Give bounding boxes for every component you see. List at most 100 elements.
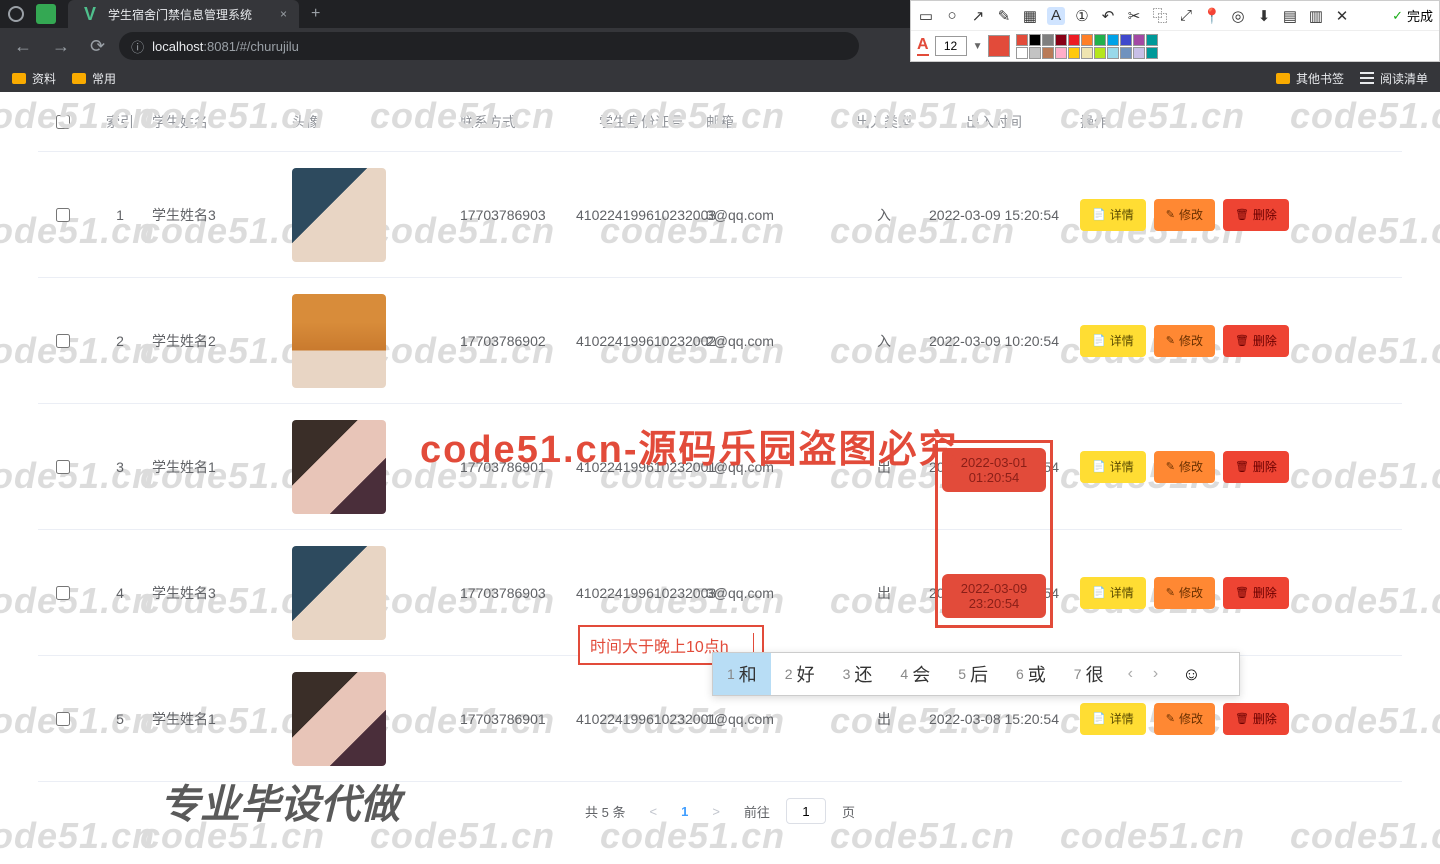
ime-candidate[interactable]: 6或 bbox=[1002, 653, 1060, 695]
undo-icon[interactable]: ↶ bbox=[1099, 7, 1117, 25]
ime-candidate[interactable]: 5后 bbox=[944, 653, 1002, 695]
share-icon[interactable]: ▥ bbox=[1307, 7, 1325, 25]
active-tab[interactable]: V 学生宿舍门禁信息管理系统 × bbox=[68, 0, 299, 28]
pin-tool-icon[interactable]: 📍 bbox=[1203, 7, 1221, 25]
download-icon[interactable]: ⬇ bbox=[1255, 7, 1273, 25]
circle-tool-icon[interactable]: ○ bbox=[943, 7, 961, 25]
color-swatch[interactable] bbox=[1120, 47, 1132, 59]
copy-tool-icon[interactable]: ⿻ bbox=[1151, 7, 1169, 25]
edit-icon: ✎ bbox=[1166, 208, 1175, 221]
ime-candidate[interactable]: 3还 bbox=[829, 653, 887, 695]
current-page[interactable]: 1 bbox=[681, 804, 688, 819]
edit-button[interactable]: ✎修改 bbox=[1154, 325, 1215, 357]
bookmark-other[interactable]: 其他书签 bbox=[1276, 70, 1344, 87]
back-button[interactable]: ← bbox=[8, 32, 38, 61]
text-tool-icon[interactable]: A bbox=[1047, 7, 1065, 25]
row-checkbox[interactable] bbox=[56, 334, 70, 348]
detail-button[interactable]: 📄详情 bbox=[1080, 451, 1146, 483]
reload-button[interactable]: ⟳ bbox=[84, 32, 111, 61]
reading-list[interactable]: 阅读清单 bbox=[1360, 70, 1428, 87]
row-checkbox[interactable] bbox=[56, 586, 70, 600]
color-swatch[interactable] bbox=[1107, 34, 1119, 46]
rect-tool-icon[interactable]: ▭ bbox=[917, 7, 935, 25]
row-checkbox[interactable] bbox=[56, 460, 70, 474]
color-swatch[interactable] bbox=[1146, 47, 1158, 59]
app-tab-icon[interactable] bbox=[36, 4, 56, 24]
color-swatch[interactable] bbox=[1042, 47, 1054, 59]
row-checkbox[interactable] bbox=[56, 208, 70, 222]
color-swatch[interactable] bbox=[1133, 47, 1145, 59]
detail-button[interactable]: 📄详情 bbox=[1080, 325, 1146, 357]
color-swatch[interactable] bbox=[1107, 47, 1119, 59]
save-icon[interactable]: ▤ bbox=[1281, 7, 1299, 25]
color-swatch[interactable] bbox=[1068, 34, 1080, 46]
main-content: 索引 学生姓名 头像 联系方式 学生身份证号 邮箱 出入类型 出入时间 操作 1… bbox=[0, 92, 1440, 864]
ime-prev-icon[interactable]: ‹ bbox=[1118, 665, 1143, 683]
target-tool-icon[interactable]: ◎ bbox=[1229, 7, 1247, 25]
cell-idcard: 410224199610232002 bbox=[576, 333, 706, 349]
mosaic-tool-icon[interactable]: ▦ bbox=[1021, 7, 1039, 25]
font-indicator[interactable]: A bbox=[917, 36, 929, 56]
ime-candidate[interactable]: 4会 bbox=[886, 653, 944, 695]
generic-tab-icon[interactable] bbox=[8, 6, 24, 22]
close-icon[interactable]: ✕ bbox=[1333, 7, 1351, 25]
expand-tool-icon[interactable]: ⤢ bbox=[1177, 7, 1195, 25]
fontsize-input[interactable] bbox=[935, 36, 967, 56]
new-tab-button[interactable]: + bbox=[311, 5, 320, 23]
delete-button[interactable]: 🗑删除 bbox=[1223, 451, 1289, 483]
trash-icon: 🗑 bbox=[1235, 712, 1249, 725]
edit-button[interactable]: ✎修改 bbox=[1154, 577, 1215, 609]
close-tab-icon[interactable]: × bbox=[280, 7, 287, 21]
number-tool-icon[interactable]: ① bbox=[1073, 7, 1091, 25]
ime-candidate[interactable]: 1和 bbox=[713, 653, 771, 695]
color-swatch[interactable] bbox=[1081, 47, 1093, 59]
color-swatch[interactable] bbox=[1120, 34, 1132, 46]
delete-button[interactable]: 🗑删除 bbox=[1223, 703, 1289, 735]
delete-button[interactable]: 🗑删除 bbox=[1223, 199, 1289, 231]
select-all-checkbox[interactable] bbox=[56, 115, 70, 129]
bookmark-1[interactable]: 资料 bbox=[12, 70, 56, 87]
cell-phone: 17703786902 bbox=[460, 333, 576, 349]
bookmark-2[interactable]: 常用 bbox=[72, 70, 116, 87]
color-swatch[interactable] bbox=[1016, 47, 1028, 59]
arrow-tool-icon[interactable]: ↗ bbox=[969, 7, 987, 25]
cell-type: 出 bbox=[844, 457, 924, 477]
color-swatch[interactable] bbox=[1094, 47, 1106, 59]
goto-input[interactable] bbox=[786, 798, 826, 824]
color-swatch[interactable] bbox=[1055, 34, 1067, 46]
detail-button[interactable]: 📄详情 bbox=[1080, 703, 1146, 735]
url-input[interactable]: ⓘ localhost :8081 /#/churujilu bbox=[119, 32, 859, 60]
delete-button[interactable]: 🗑删除 bbox=[1223, 325, 1289, 357]
pen-tool-icon[interactable]: ✎ bbox=[995, 7, 1013, 25]
prev-page-button[interactable]: < bbox=[642, 800, 666, 823]
edit-button[interactable]: ✎修改 bbox=[1154, 199, 1215, 231]
crop-tool-icon[interactable]: ✂ bbox=[1125, 7, 1143, 25]
color-swatch[interactable] bbox=[1068, 47, 1080, 59]
row-checkbox[interactable] bbox=[56, 712, 70, 726]
color-swatch[interactable] bbox=[1016, 34, 1028, 46]
color-swatch[interactable] bbox=[1042, 34, 1054, 46]
forward-button[interactable]: → bbox=[46, 32, 76, 61]
color-swatch[interactable] bbox=[1029, 47, 1041, 59]
complete-button[interactable]: ✓ 完成 bbox=[1392, 6, 1433, 25]
current-color[interactable] bbox=[988, 35, 1010, 57]
detail-button[interactable]: 📄详情 bbox=[1080, 577, 1146, 609]
ime-candidate[interactable]: 7很 bbox=[1060, 653, 1118, 695]
next-page-button[interactable]: > bbox=[704, 800, 728, 823]
edit-icon: ✎ bbox=[1166, 712, 1175, 725]
color-swatch[interactable] bbox=[1029, 34, 1041, 46]
edit-button[interactable]: ✎修改 bbox=[1154, 451, 1215, 483]
color-swatch[interactable] bbox=[1081, 34, 1093, 46]
ime-next-icon[interactable]: › bbox=[1143, 665, 1168, 683]
edit-button[interactable]: ✎修改 bbox=[1154, 703, 1215, 735]
ime-emoji-icon[interactable]: ☺ bbox=[1168, 664, 1214, 685]
color-swatch[interactable] bbox=[1146, 34, 1158, 46]
color-swatch[interactable] bbox=[1094, 34, 1106, 46]
avatar-image bbox=[292, 420, 386, 514]
delete-button[interactable]: 🗑删除 bbox=[1223, 577, 1289, 609]
color-swatch[interactable] bbox=[1055, 47, 1067, 59]
detail-button[interactable]: 📄详情 bbox=[1080, 199, 1146, 231]
dropdown-icon[interactable]: ▼ bbox=[973, 41, 983, 52]
color-swatch[interactable] bbox=[1133, 34, 1145, 46]
ime-candidate[interactable]: 2好 bbox=[771, 653, 829, 695]
